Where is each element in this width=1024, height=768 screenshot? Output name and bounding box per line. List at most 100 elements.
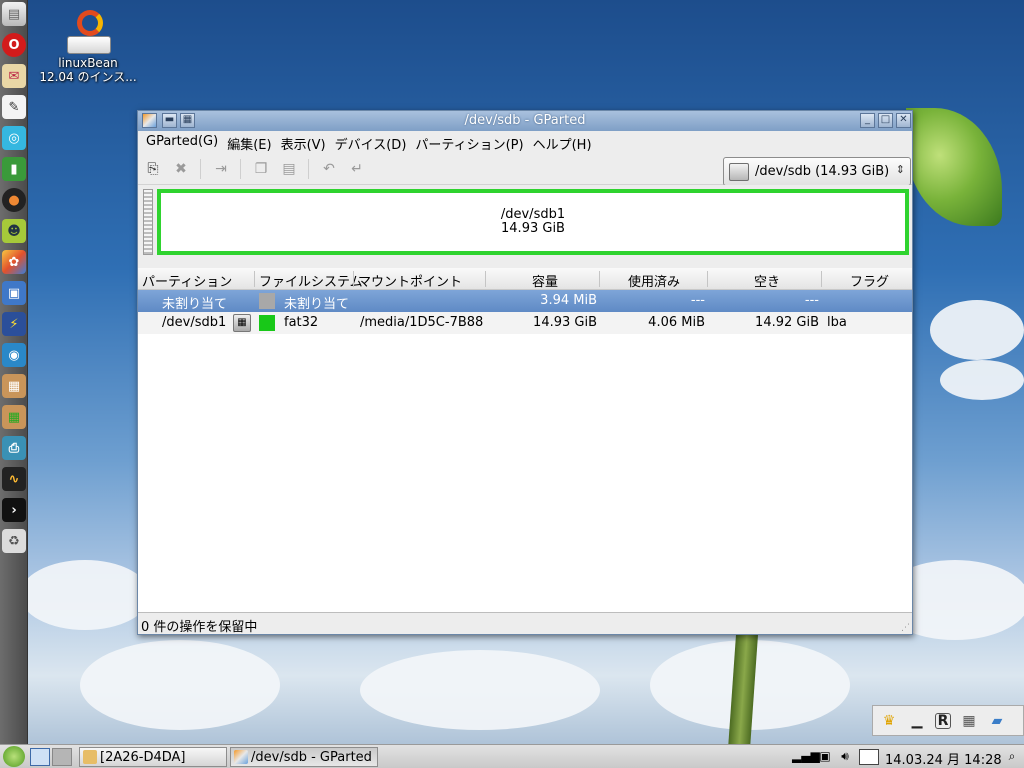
terminal-icon[interactable]: › <box>2 498 26 522</box>
column-mountpoint[interactable]: マウントポイント <box>358 271 462 290</box>
desktop-installer-shortcut[interactable]: linuxBean 12.04 のインス... <box>36 10 140 84</box>
pending-operations-status: 0 件の操作を保留中 <box>141 620 258 635</box>
menu-gparted[interactable]: GParted(G) <box>142 131 223 153</box>
window-title: /dev/sdb - GParted <box>464 113 586 128</box>
column-flags[interactable]: フラグ <box>850 271 889 290</box>
partition-table: パーティション ファイルシステム マウントポイント 容量 使用済み 空き フラグ… <box>138 268 912 613</box>
undo-icon[interactable]: ↶ <box>320 160 338 178</box>
table-header: パーティション ファイルシステム マウントポイント 容量 使用済み 空き フラグ <box>138 268 912 290</box>
tool-icon[interactable]: ⚡ <box>2 312 26 336</box>
image-viewer-icon[interactable]: ▣ <box>2 281 26 305</box>
task-label-folder: [2A26-D4DA] <box>100 750 186 765</box>
row-free: --- <box>804 293 819 308</box>
toolbar: ⎘ ✖ ⇥ ❐ ▤ ↶ ↵ /dev/sdb (14.93 GiB) ⇕ <box>138 153 912 186</box>
diskmap-partition-size: 14.93 GiB <box>501 221 565 236</box>
column-used[interactable]: 使用済み <box>628 271 680 290</box>
taskbar: [2A26-D4DA] /dev/sdb - GParted ▂▄▆ ▣ 🔊︎ … <box>0 744 1024 768</box>
column-partition[interactable]: パーティション <box>142 271 232 290</box>
r-icon[interactable]: R <box>935 712 951 729</box>
menu-partition[interactable]: パーティション(P) <box>411 131 528 153</box>
row-size: 14.93 GiB <box>533 315 597 330</box>
android-icon[interactable]: ☻ <box>2 219 26 243</box>
row-mountpoint: /media/1D5C-7B88 <box>360 315 484 330</box>
files-icon[interactable]: ▤ <box>2 2 26 26</box>
cloud <box>930 300 1024 360</box>
crown-icon[interactable]: ♛ <box>879 711 899 731</box>
statusbar: 0 件の操作を保留中 ⋰ <box>138 612 912 635</box>
clock[interactable]: 14.03.24 月 14:28 <box>885 749 1002 768</box>
cloud <box>360 650 600 730</box>
package-install-icon[interactable]: ▦ <box>2 405 26 429</box>
printer-icon[interactable]: ⎙ <box>2 436 26 460</box>
row-free: 14.92 GiB <box>755 315 819 330</box>
keyboard-icon[interactable]: ▦ <box>959 711 979 731</box>
volume-icon[interactable]: 🔊︎ <box>836 749 854 765</box>
menubar: GParted(G) 編集(E) 表示(V) デバイス(D) パーティション(P… <box>138 131 912 153</box>
disk-map: /dev/sdb1 14.93 GiB <box>138 185 912 259</box>
minimize-all-icon[interactable]: ▁ <box>907 711 927 731</box>
show-desktop-icon[interactable] <box>859 749 879 765</box>
mail-icon[interactable]: ✉ <box>2 64 26 88</box>
tray-popup: ♛ ▁ R ▦ ▰ <box>872 705 1024 736</box>
opera-icon[interactable]: O <box>2 33 26 57</box>
network-icon[interactable]: ◉ <box>2 343 26 367</box>
maximize-button[interactable]: □ <box>878 113 893 128</box>
signal-icon[interactable]: ▂▄▆ <box>792 749 820 765</box>
notes-icon[interactable]: ▮ <box>2 157 26 181</box>
apply-icon[interactable]: ↵ <box>348 160 366 178</box>
row-filesystem: fat32 <box>284 315 319 330</box>
menu-device[interactable]: デバイス(D) <box>331 131 412 153</box>
window-titlebar[interactable]: ▬ ▦ /dev/sdb - GParted _ □ ✕ <box>138 111 912 131</box>
row-partition: /dev/sdb1 <box>162 315 227 330</box>
table-row[interactable]: 未割り当て 未割り当て 3.94 MiB --- --- <box>138 290 912 312</box>
clipboard-icon[interactable]: ▣ <box>818 749 832 765</box>
menu-view[interactable]: 表示(V) <box>277 131 331 153</box>
row-flags: lba <box>827 315 847 330</box>
column-free[interactable]: 空き <box>754 271 780 290</box>
copy-icon[interactable]: ❐ <box>252 160 270 178</box>
menu-edit[interactable]: 編集(E) <box>223 131 276 153</box>
unallocated-segment[interactable] <box>143 189 153 255</box>
mounted-lock-icon: ▦ <box>233 314 251 332</box>
table-row[interactable]: /dev/sdb1 ▦ fat32 /media/1D5C-7B88 14.93… <box>138 312 912 334</box>
cloud <box>20 560 150 630</box>
task-button-gparted[interactable]: /dev/sdb - GParted <box>230 747 378 767</box>
trash-icon[interactable]: ♻ <box>2 529 26 553</box>
row-used: 4.06 MiB <box>648 315 705 330</box>
resize-move-icon[interactable]: ⇥ <box>212 160 230 178</box>
column-size[interactable]: 容量 <box>532 271 558 290</box>
new-partition-icon[interactable]: ⎘ <box>144 160 162 178</box>
filesystem-color-swatch <box>259 315 275 331</box>
text-editor-icon[interactable]: ✎ <box>2 95 26 119</box>
media-player-icon[interactable]: ● <box>2 188 26 212</box>
search-icon[interactable]: ⌕ <box>1003 749 1021 765</box>
desktop-icon-label-line2: 12.04 のインス... <box>39 70 137 84</box>
task-button-folder[interactable]: [2A26-D4DA] <box>79 747 227 767</box>
desktop-2-icon[interactable] <box>52 748 72 766</box>
task-label-gparted: /dev/sdb - GParted <box>251 750 372 765</box>
desktop-1-icon[interactable] <box>30 748 50 766</box>
row-size: 3.94 MiB <box>540 293 597 308</box>
desktop-icon-label-line1: linuxBean <box>58 56 118 70</box>
device-selector[interactable]: /dev/sdb (14.93 GiB) ⇕ <box>723 157 911 186</box>
paint-icon[interactable]: ✿ <box>2 250 26 274</box>
eraser-icon[interactable]: ▰ <box>987 711 1007 731</box>
row-filesystem: 未割り当て <box>284 297 350 312</box>
leaf-decoration <box>906 108 1002 226</box>
app-store-icon[interactable]: ◎ <box>2 126 26 150</box>
delete-icon[interactable]: ✖ <box>172 160 190 178</box>
system-monitor-icon[interactable]: ∿ <box>2 467 26 491</box>
menu-help[interactable]: ヘルプ(H) <box>529 131 597 153</box>
minimize-button[interactable]: _ <box>860 113 875 128</box>
paste-icon[interactable]: ▤ <box>280 160 298 178</box>
harddisk-icon <box>729 162 749 181</box>
filesystem-color-swatch <box>259 293 275 309</box>
close-button[interactable]: ✕ <box>896 113 911 128</box>
app-dock: ▤ O ✉ ✎ ◎ ▮ ● ☻ ✿ ▣ ⚡ ◉ ▦ ▦ ⎙ ∿ › ♻ <box>0 0 28 744</box>
cloud <box>940 360 1024 400</box>
start-menu-icon[interactable] <box>3 746 25 767</box>
partition-segment-sdb1[interactable]: /dev/sdb1 14.93 GiB <box>157 189 909 255</box>
column-filesystem[interactable]: ファイルシステム <box>259 271 363 290</box>
resize-grip-icon[interactable]: ⋰ <box>901 623 910 633</box>
package-icon[interactable]: ▦ <box>2 374 26 398</box>
